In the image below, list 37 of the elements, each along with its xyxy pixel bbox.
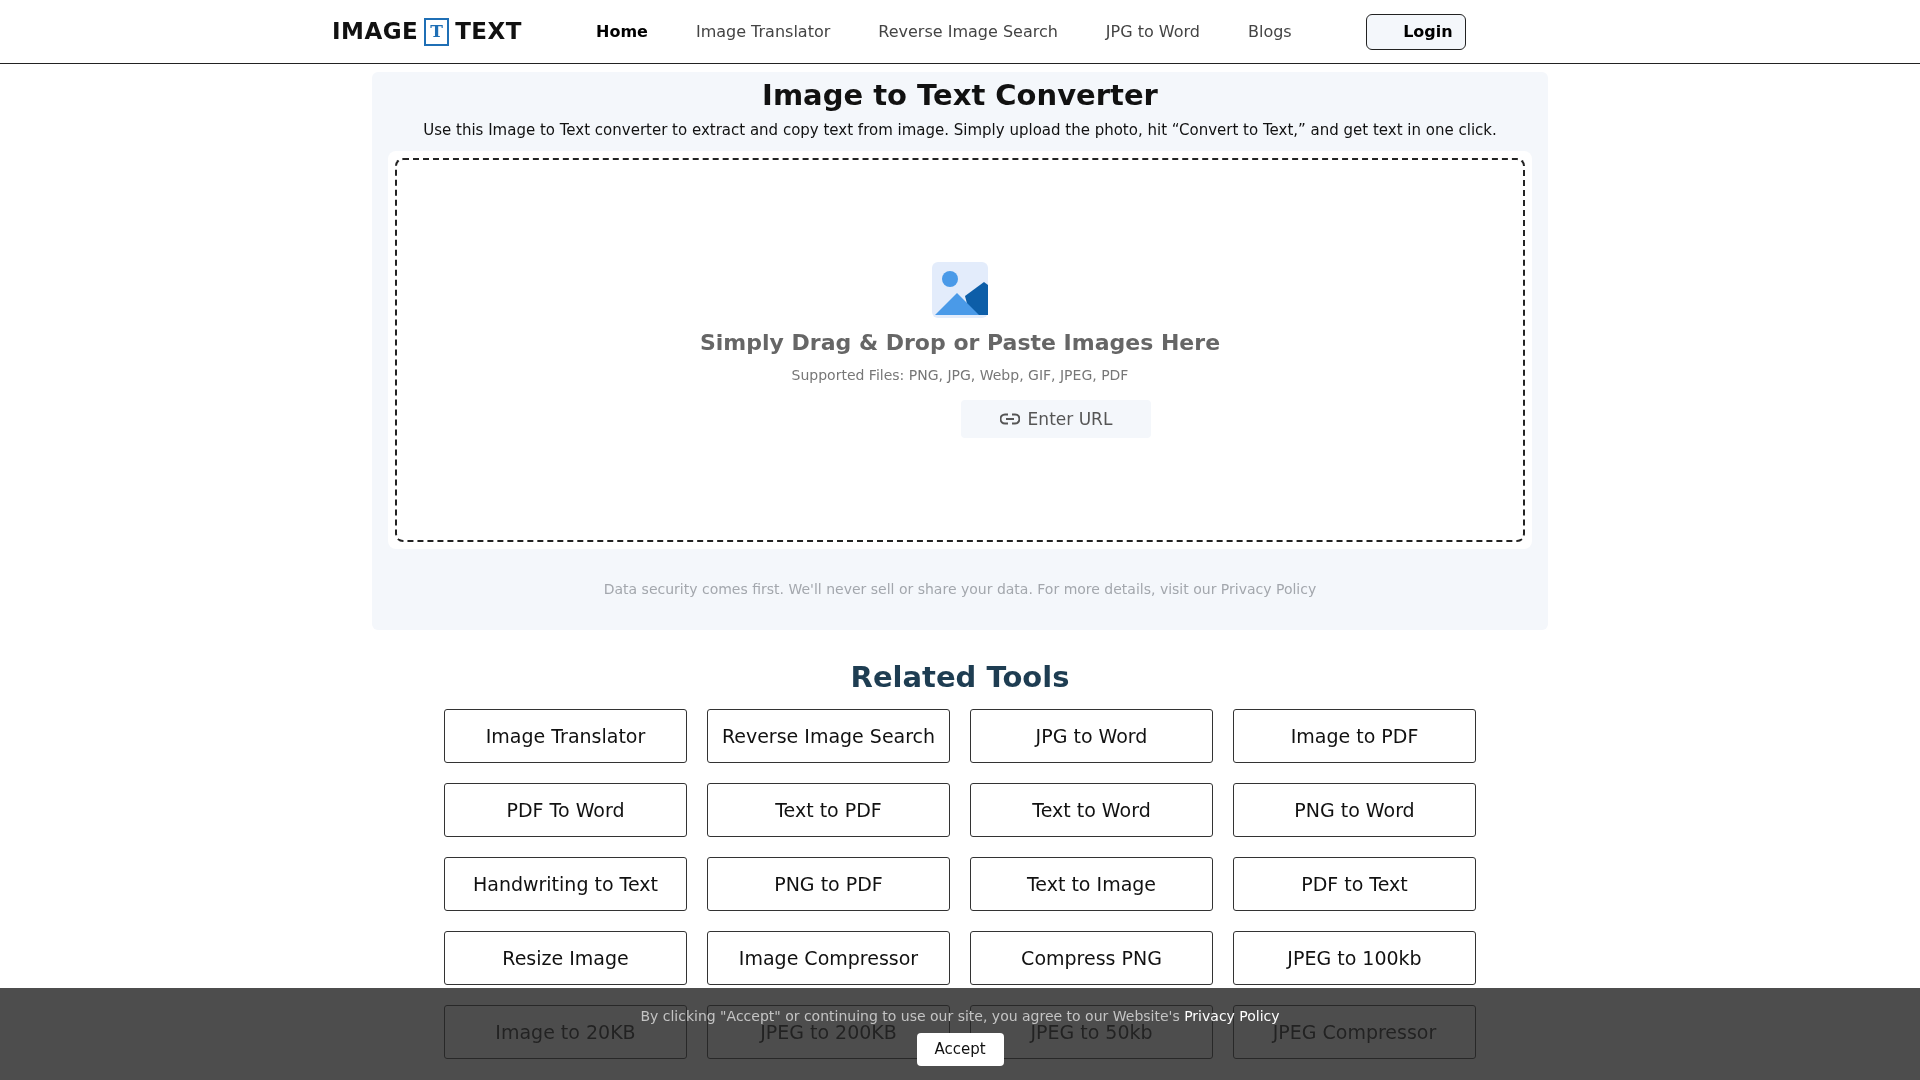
login-button[interactable]: Login	[1365, 13, 1466, 50]
nav-link[interactable]: Blogs	[1247, 19, 1292, 44]
tool-button[interactable]: Text to PDF	[707, 783, 950, 838]
accept-button[interactable]: Accept	[916, 1033, 1004, 1066]
logo-text: TEXT	[455, 17, 522, 47]
supported-files-text: Supported Files: PNG, JPG, Webp, GIF, JPEG, PDF	[791, 366, 1129, 386]
tool-button[interactable]: PDF to Text	[1233, 857, 1476, 912]
nav-link[interactable]: JPG to Word	[1105, 19, 1200, 44]
tool-button[interactable]: Text to Word	[970, 783, 1213, 838]
tool-button[interactable]: Compress PNG	[970, 931, 1213, 986]
image-icon	[932, 262, 988, 319]
privacy-note: Data security comes first. We'll never sell or share your data. For more details, visit our Privacy Policy	[602, 580, 1318, 600]
page-description: Use this Image to Text converter to extract and copy text from image. Simply upload the photo, hit “Convert to Text,” and get text in one click.	[422, 119, 1498, 141]
nav-link[interactable]: Reverse Image Search	[878, 19, 1058, 44]
nav-link[interactable]: Home	[596, 19, 648, 44]
tool-button[interactable]: PDF To Word	[444, 783, 687, 838]
tool-button[interactable]: JPEG to 100kb	[1233, 931, 1476, 986]
tool-button[interactable]: PNG to Word	[1233, 783, 1476, 838]
tool-button[interactable]: Reverse Image Search	[707, 709, 950, 764]
link-icon	[999, 413, 1020, 426]
tool-button[interactable]: Handwriting to Text	[444, 857, 687, 912]
tool-button[interactable]: Image to PDF	[1233, 709, 1476, 764]
section-title: Related Tools	[849, 660, 1071, 696]
enter-url-button[interactable]: Enter URL	[961, 400, 1151, 439]
drop-zone-heading: Simply Drag & Drop or Paste Images Here	[699, 329, 1221, 358]
tool-button[interactable]: PNG to PDF	[707, 857, 950, 912]
logo[interactable]: IMAGE T TEXT	[332, 14, 522, 49]
tool-button[interactable]: Text to Image	[970, 857, 1213, 912]
logo-mark: T	[424, 17, 450, 46]
tool-button[interactable]: Image Compressor	[707, 931, 950, 986]
logo-text: IMAGE	[332, 17, 419, 47]
tool-button[interactable]: JPG to Word	[970, 709, 1213, 764]
page-title: Image to Text Converter	[761, 78, 1159, 113]
nav-link[interactable]: Image Translator	[695, 19, 831, 44]
tool-button[interactable]: Image Translator	[444, 709, 687, 764]
tool-button[interactable]: Resize Image	[444, 931, 687, 986]
drop-zone[interactable]: Simply Drag & Drop or Paste Images Here Supported Files: PNG, JPG, Webp, GIF, JPEG, PDF Enter URL	[395, 158, 1525, 543]
